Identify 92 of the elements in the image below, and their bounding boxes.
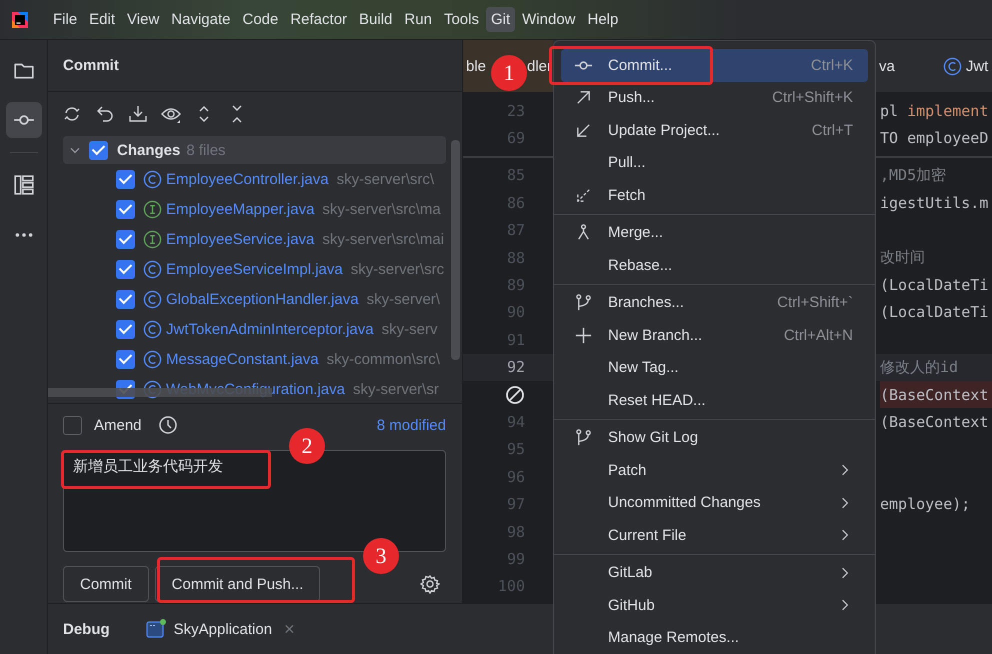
menu-item[interactable]: New Tag... (561, 352, 868, 384)
menu-item[interactable]: File (48, 7, 82, 32)
menu-item[interactable]: New Branch... Ctrl+Alt+N (561, 319, 868, 352)
settings-icon[interactable] (420, 574, 440, 594)
file-path: sky-server\src\ma (322, 200, 441, 218)
menu-item[interactable]: Help (582, 7, 624, 32)
menu-item[interactable]: Navigate (166, 7, 236, 32)
breakpoint-icon[interactable] (505, 384, 525, 405)
commit-button[interactable]: Commit and Push... (154, 566, 320, 602)
code-line: 修改人的id (880, 358, 958, 377)
editor-tab[interactable]: va (879, 58, 895, 74)
panel-title: Commit (63, 57, 119, 74)
menu-item[interactable]: Commit... Ctrl+K (561, 49, 868, 82)
file-name[interactable]: GlobalExceptionHandler.java (166, 290, 359, 308)
checkbox[interactable] (116, 170, 135, 188)
file-path: sky-server\src\mai (322, 230, 444, 248)
menu-item[interactable]: Build (354, 7, 398, 32)
menu-item[interactable]: Push... Ctrl+Shift+K (561, 82, 868, 114)
checkbox[interactable] (116, 230, 135, 248)
file-name[interactable]: EmployeeMapper.java (166, 200, 314, 218)
file-path: sky-server\ (366, 290, 440, 308)
code-line: 改时间 (880, 248, 925, 268)
editor-tab[interactable]: ble (466, 58, 486, 74)
checkbox[interactable] (116, 260, 135, 278)
menu-item[interactable]: Rebase... (561, 249, 868, 282)
file-name[interactable]: MessageConstant.java (166, 350, 319, 368)
menu-item[interactable]: GitLab (561, 556, 868, 589)
code-line: igestUtils.m (880, 194, 988, 212)
checkbox[interactable] (116, 200, 135, 218)
branch-icon (574, 428, 593, 448)
file-path: sky-common\src\ (326, 350, 440, 368)
checkbox[interactable] (116, 350, 135, 368)
menu-item[interactable]: GitHub (561, 589, 868, 622)
app-logo[interactable] (10, 10, 30, 30)
menu-item[interactable]: Show Git Log (561, 422, 868, 454)
menu-item[interactable]: Update Project... Ctrl+T (561, 114, 868, 146)
editor-tab[interactable]: Jwt (966, 58, 988, 74)
file-name[interactable]: EmployeeController.java (166, 170, 329, 188)
code-line: employee); (880, 495, 970, 514)
file-path: sky-server\sr (352, 380, 439, 398)
menu-item[interactable]: Code (237, 7, 284, 32)
file-path: sky-serv (382, 320, 438, 338)
checkbox[interactable] (89, 140, 108, 160)
code-line: (LocalDateTi (880, 303, 988, 322)
app-window-icon (146, 619, 166, 640)
plus-icon (574, 326, 593, 345)
menu-item[interactable]: Reset HEAD... (561, 384, 868, 416)
menu-item[interactable]: Window (517, 7, 580, 32)
file-name[interactable]: EmployeeServiceImpl.java (166, 260, 343, 278)
file-name[interactable]: JwtTokenAdminInterceptor.java (166, 320, 374, 338)
branch-icon (574, 293, 593, 312)
menu-item[interactable]: Uncommitted Changes (561, 486, 868, 519)
menu-item[interactable]: Fetch (561, 179, 868, 212)
code-line: (LocalDateTi (880, 276, 988, 294)
checkbox-label: Amend (94, 416, 142, 434)
code-line: pl implement (880, 102, 988, 120)
menu-item[interactable]: View (122, 7, 164, 32)
undo-icon[interactable] (95, 104, 115, 124)
menu-item[interactable]: Refactor (285, 7, 352, 32)
line-number: 92 (506, 358, 525, 376)
checkbox[interactable] (116, 320, 135, 338)
menu-item[interactable]: Run (399, 7, 437, 32)
tree-group-row[interactable]: Changes 8 files (63, 136, 446, 164)
menu-item[interactable]: Edit (84, 7, 120, 32)
group-label: Changes (117, 142, 180, 158)
file-name[interactable]: EmployeeService.java (166, 230, 314, 248)
file-count: 8 files (186, 142, 226, 158)
modified-link[interactable]: 8 modified (376, 416, 446, 434)
download-icon[interactable] (128, 104, 148, 124)
checkbox[interactable] (63, 416, 82, 434)
file-path: sky-server\src\ (336, 170, 434, 188)
code-line: ,MD5加密 (880, 166, 946, 185)
code-line: (BaseContext (880, 386, 988, 404)
commit-button[interactable]: Commit (63, 566, 149, 602)
menu-item[interactable]: Branches... Ctrl+Shift+` (561, 286, 868, 319)
checkbox[interactable] (116, 290, 135, 308)
menu-item[interactable]: Git (486, 7, 516, 32)
menu-item[interactable]: Patch (561, 454, 868, 486)
scrollbar[interactable] (451, 140, 460, 360)
menu-item[interactable]: Tools (438, 7, 484, 32)
commit-icon[interactable] (6, 102, 42, 138)
menu-item[interactable]: Current File (561, 519, 868, 552)
menu-item[interactable]: Manage Remotes... (561, 622, 868, 654)
menu-item[interactable]: Pull... (561, 146, 868, 179)
menu-item[interactable]: Merge... (561, 216, 868, 249)
file-path: sky-server\src (350, 260, 444, 278)
code-line: (BaseContext (880, 412, 988, 431)
clock-icon[interactable] (158, 415, 178, 435)
file-name[interactable]: WebMvcConfiguration.java (166, 380, 345, 398)
tool-window-tab[interactable]: Debug (63, 620, 110, 638)
run-config-tab[interactable]: SkyApplication (174, 620, 272, 638)
code-line: TO employeeD (880, 129, 988, 148)
